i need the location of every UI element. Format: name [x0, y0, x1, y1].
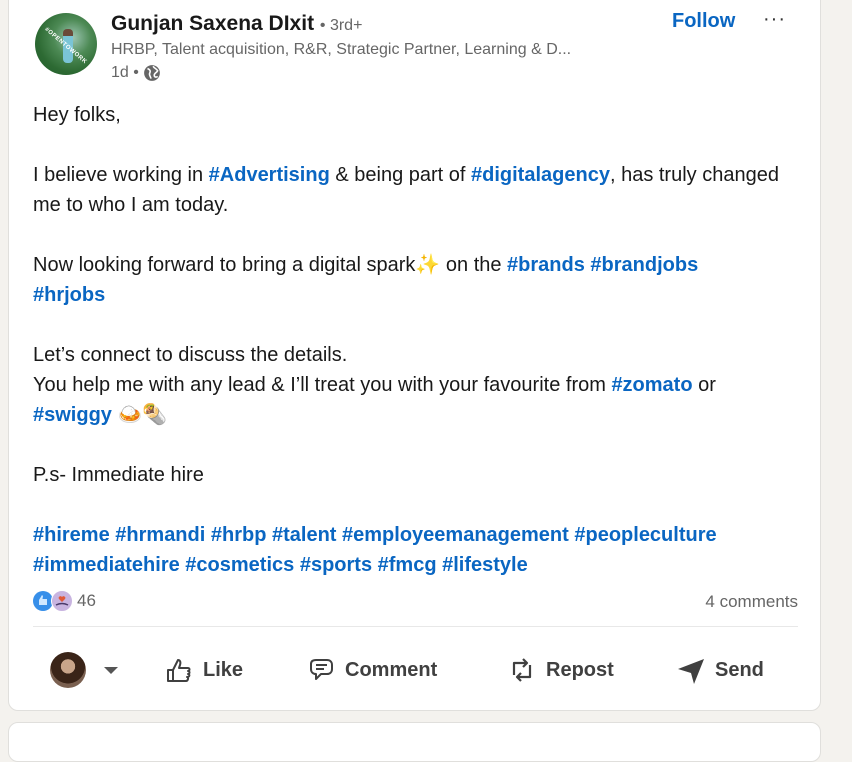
globe-icon: [143, 65, 160, 81]
hashtag-link[interactable]: #cosmetics: [185, 554, 294, 576]
user-avatar: [50, 652, 86, 688]
hashtag-link[interactable]: #hrmandi: [115, 524, 205, 546]
hashtag-link[interactable]: #employeemanagement: [342, 524, 569, 546]
like-reaction-icon: [33, 591, 53, 611]
reaction-identity-selector[interactable]: [50, 640, 118, 700]
post-paragraph-3: Let’s connect to discuss the details. Yo…: [33, 340, 803, 430]
thumbs-up-icon: [167, 659, 191, 682]
divider: [33, 626, 798, 627]
hashtag-link[interactable]: #immediatehire: [33, 554, 180, 576]
post-paragraph-2: Now looking forward to bring a digital s…: [33, 250, 803, 310]
text-span: on the: [440, 254, 508, 276]
repost-icon: [512, 658, 532, 682]
food-emoji: 🍛🌯: [111, 404, 168, 426]
sparkle-emoji: ✨: [415, 254, 441, 276]
text-span: & being part of: [329, 164, 472, 186]
hashtag-link[interactable]: #fmcg: [378, 554, 437, 576]
author-name[interactable]: Gunjan Saxena DIxit: [111, 12, 314, 35]
like-label: Like: [203, 658, 244, 681]
caret-down-icon: [104, 666, 118, 674]
post-paragraph-1: I believe working in #Advertising & bein…: [33, 160, 803, 220]
hashtag-link[interactable]: #peopleculture: [574, 524, 716, 546]
text-span: Now looking forward to bring a digital s…: [33, 254, 416, 276]
like-button[interactable]: Like: [163, 640, 243, 700]
repost-button[interactable]: Repost: [506, 640, 614, 700]
hashtag-link[interactable]: #digitalagency: [471, 164, 610, 186]
hashtag-link[interactable]: #Advertising: [209, 164, 330, 186]
hashtag-link[interactable]: #hrbp: [211, 524, 267, 546]
reaction-count: 46: [77, 591, 96, 610]
hashtag-link[interactable]: #hrjobs: [33, 284, 105, 306]
author-headline: HRBP, Talent acquisition, R&R, Strategic…: [111, 41, 572, 58]
comment-icon: [310, 659, 333, 680]
hashtag-link[interactable]: #sports: [300, 554, 372, 576]
text-span: You help me with any lead & I’ll treat y…: [33, 374, 612, 396]
post-greeting: Hey folks,: [33, 104, 121, 126]
comment-label: Comment: [345, 658, 438, 681]
repost-label: Repost: [546, 658, 614, 681]
hashtag-link[interactable]: #talent: [272, 524, 336, 546]
hashtag-link[interactable]: #hireme: [33, 524, 110, 546]
send-icon: [678, 659, 704, 684]
post-time: 1d •: [111, 64, 139, 81]
text-span: or: [692, 374, 716, 396]
post-body: Hey folks, I believe working in #Adverti…: [33, 100, 803, 580]
author-name-row: Gunjan Saxena DIxit • 3rd+: [111, 12, 362, 36]
more-options-button[interactable]: ···: [763, 8, 786, 31]
hashtag-link[interactable]: #brandjobs: [590, 254, 698, 276]
post-actions-bar: Like Comment Repost Send: [33, 640, 798, 700]
comment-button[interactable]: Comment: [305, 640, 437, 700]
follow-button[interactable]: Follow: [672, 10, 735, 33]
hashtag-list: #hireme #hrmandi #hrbp #talent #employee…: [33, 520, 803, 580]
send-label: Send: [715, 658, 764, 681]
post-paragraph-4: P.s- Immediate hire: [33, 464, 204, 486]
text-span: Let’s connect to discuss the details.: [33, 344, 348, 366]
hashtag-link[interactable]: #brands: [507, 254, 585, 276]
connection-degree: • 3rd+: [319, 17, 363, 34]
hashtag-link[interactable]: #lifestyle: [442, 554, 528, 576]
text-span: I believe working in: [33, 164, 209, 186]
hashtag-link[interactable]: #zomato: [611, 374, 692, 396]
reactions-summary[interactable]: 46: [33, 590, 96, 612]
next-post-card: [8, 722, 821, 762]
hashtag-link[interactable]: #swiggy: [33, 404, 112, 426]
post-meta: 1d •: [111, 64, 161, 82]
support-reaction-icon: [51, 590, 73, 612]
comments-count-link[interactable]: 4 comments: [705, 592, 798, 612]
author-avatar[interactable]: #OPENTOWORK: [35, 13, 97, 75]
send-button[interactable]: Send: [675, 640, 764, 700]
